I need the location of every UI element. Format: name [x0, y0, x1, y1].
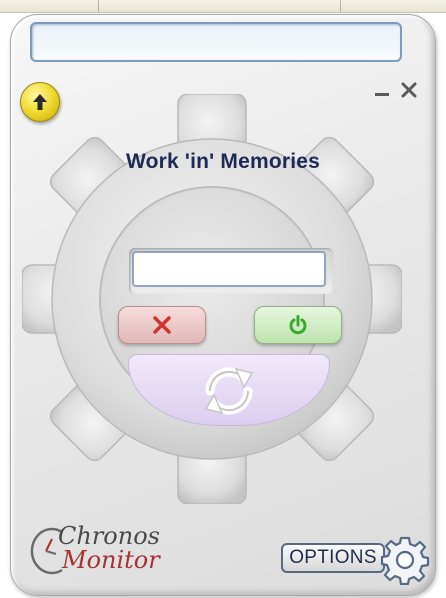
- entry-frame: [129, 248, 333, 294]
- host-window-top-strip: [0, 0, 446, 13]
- gear-icon[interactable]: [380, 535, 430, 585]
- refresh-icon: [204, 367, 254, 415]
- close-button[interactable]: [399, 80, 419, 100]
- strip-separator: [340, 0, 341, 12]
- power-button[interactable]: [254, 306, 342, 344]
- chronos-monitor-logo: Chronos Monitor: [28, 522, 178, 582]
- power-icon: [289, 315, 307, 335]
- x-icon: [153, 316, 171, 334]
- options-button[interactable]: OPTIONS: [281, 543, 385, 573]
- app-headline: Work 'in' Memories: [125, 150, 321, 173]
- close-icon: [401, 82, 417, 98]
- strip-separator: [98, 0, 99, 12]
- title-field[interactable]: [30, 22, 402, 62]
- entry-field[interactable]: [132, 251, 326, 287]
- logo-text-monitor: Monitor: [62, 546, 160, 574]
- cancel-button[interactable]: [118, 306, 206, 344]
